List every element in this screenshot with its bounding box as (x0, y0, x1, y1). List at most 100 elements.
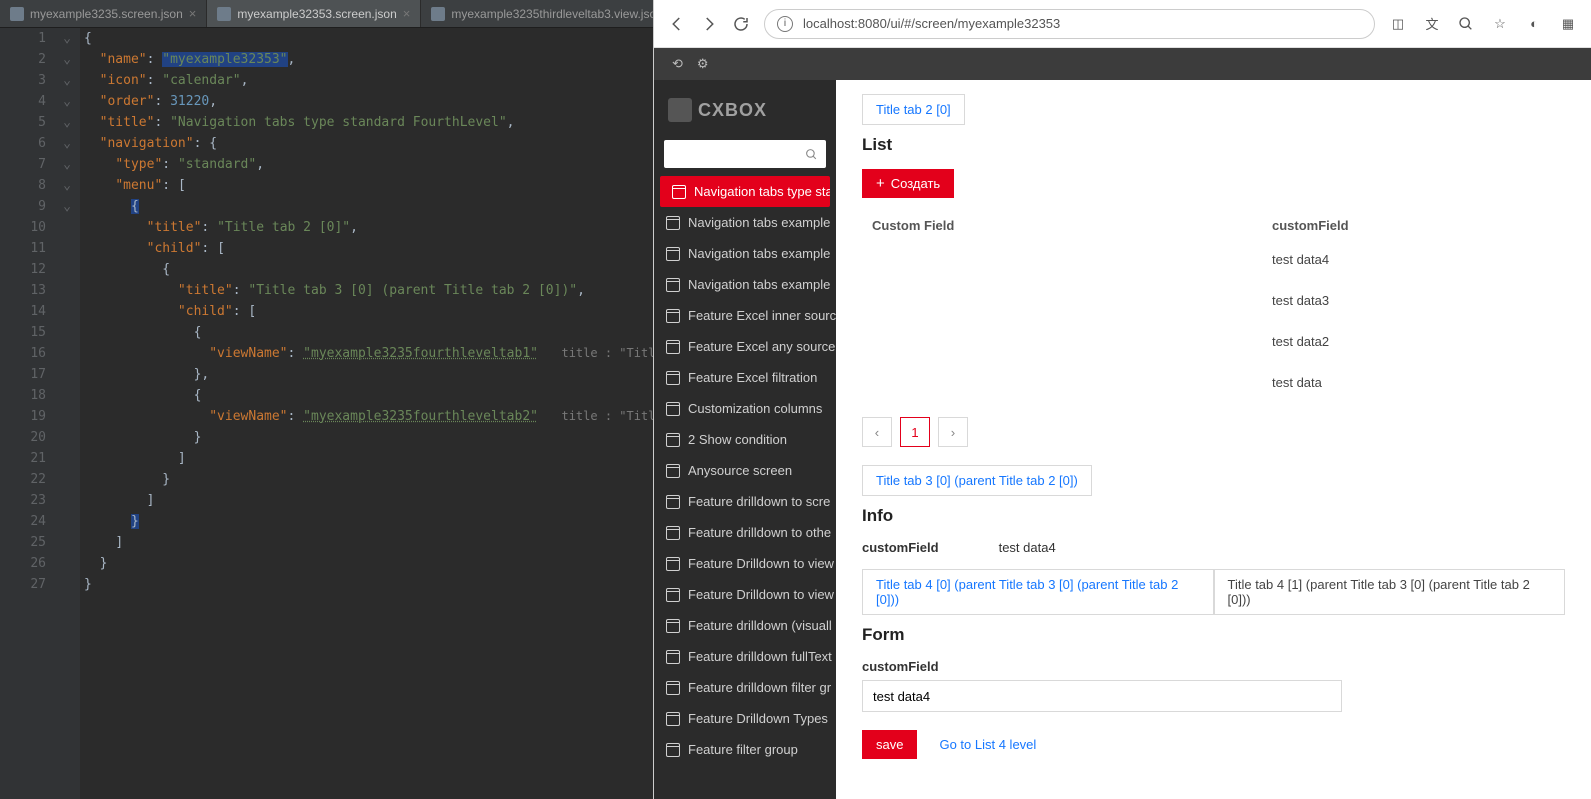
ide-tab-2[interactable]: myexample3235thirdleveltab3.view.json× (421, 0, 687, 27)
calendar-icon (666, 216, 680, 230)
page-prev[interactable]: ‹ (862, 417, 892, 447)
customfield-input[interactable] (862, 680, 1342, 712)
calendar-icon (666, 650, 680, 664)
back-icon[interactable] (668, 15, 686, 33)
tab-level4-0[interactable]: Title tab 4 [0] (parent Title tab 3 [0] … (862, 569, 1214, 615)
reload-icon[interactable] (732, 15, 750, 33)
tab-level3-0[interactable]: Title tab 3 [0] (parent Title tab 2 [0]) (862, 465, 1092, 496)
refresh-app-icon[interactable]: ⟲ (672, 56, 683, 72)
close-icon[interactable]: × (189, 6, 197, 21)
table-row[interactable]: test data2 (862, 321, 1565, 362)
section-form-heading: Form (862, 625, 1565, 645)
tab-level2-0[interactable]: Title tab 2 [0] (862, 94, 965, 125)
nav-item-4[interactable]: Feature Excel inner sourc (654, 300, 836, 331)
table-header: Custom Field customField (862, 212, 1565, 239)
profile-icon[interactable]: ◐ (1525, 15, 1543, 33)
app-topbar: ⟲ ⚙ (654, 48, 1591, 80)
calendar-icon (666, 278, 680, 292)
page-current[interactable]: 1 (900, 417, 930, 447)
brand-text: CXBOX (698, 100, 767, 121)
nav-item-2[interactable]: Navigation tabs example (654, 238, 836, 269)
calendar-icon (666, 371, 680, 385)
nav-item-3[interactable]: Navigation tabs example (654, 269, 836, 300)
calendar-icon (666, 309, 680, 323)
form-field-customfield: customField (862, 659, 1565, 712)
plus-icon: + (876, 177, 885, 190)
info-label: customField (862, 540, 939, 555)
nav-item-15[interactable]: Feature drilldown fullText (654, 641, 836, 672)
nav-item-12[interactable]: Feature Drilldown to view (654, 548, 836, 579)
site-info-icon[interactable]: i (777, 16, 793, 32)
calendar-icon (672, 185, 686, 199)
extensions-icon[interactable]: ▦ (1559, 15, 1577, 33)
calendar-icon (666, 588, 680, 602)
form-label: customField (862, 659, 1565, 674)
install-icon[interactable]: ◫ (1389, 15, 1407, 33)
star-icon[interactable]: ☆ (1491, 15, 1509, 33)
nav-item-8[interactable]: 2 Show condition (654, 424, 836, 455)
nav-item-14[interactable]: Feature drilldown (visuall (654, 610, 836, 641)
calendar-icon (666, 557, 680, 571)
calendar-icon (666, 433, 680, 447)
nav-menu: Navigation tabs type staNavigation tabs … (654, 176, 836, 799)
tabs-level2: Title tab 2 [0] (862, 94, 1565, 125)
section-info-heading: Info (862, 506, 1565, 526)
nav-item-9[interactable]: Anysource screen (654, 455, 836, 486)
nav-item-5[interactable]: Feature Excel any source (654, 331, 836, 362)
page-next[interactable]: › (938, 417, 968, 447)
settings-icon[interactable]: ⚙ (697, 56, 709, 72)
line-numbers: 1234567891011121314151617181920212223242… (16, 28, 54, 799)
nav-item-10[interactable]: Feature drilldown to scre (654, 486, 836, 517)
calendar-icon (666, 743, 680, 757)
create-button[interactable]: + Создать (862, 169, 954, 198)
browser-toolbar: i localhost:8080/ui/#/screen/myexample32… (654, 0, 1591, 48)
code-editor[interactable]: { "name": "myexample32353", "icon": "cal… (80, 28, 653, 799)
file-icon (10, 7, 24, 21)
ide-tabs: myexample3235.screen.json×myexample32353… (0, 0, 653, 28)
nav-item-11[interactable]: Feature drilldown to othe (654, 517, 836, 548)
calendar-icon (666, 619, 680, 633)
table-row[interactable]: test data3 (862, 280, 1565, 321)
table-row[interactable]: test data4 (862, 239, 1565, 280)
tabs-level4: Title tab 4 [0] (parent Title tab 3 [0] … (862, 569, 1565, 615)
table-row[interactable]: test data (862, 362, 1565, 403)
calendar-icon (666, 681, 680, 695)
nav-item-17[interactable]: Feature Drilldown Types (654, 703, 836, 734)
zoom-icon[interactable] (1457, 15, 1475, 33)
calendar-icon (666, 340, 680, 354)
info-value: test data4 (999, 540, 1056, 555)
calendar-icon (666, 526, 680, 540)
file-icon (217, 7, 231, 21)
tabs-level3: Title tab 3 [0] (parent Title tab 2 [0]) (862, 465, 1565, 496)
ide-tab-0[interactable]: myexample3235.screen.json× (0, 0, 207, 27)
tab-level4-1[interactable]: Title tab 4 [1] (parent Title tab 3 [0] … (1214, 569, 1566, 615)
nav-item-16[interactable]: Feature drilldown filter gr (654, 672, 836, 703)
editor-left-strip (0, 28, 16, 799)
browser-pane: i localhost:8080/ui/#/screen/myexample32… (653, 0, 1591, 799)
info-row: customField test data4 (862, 540, 1565, 555)
col-customfield: customField (1272, 218, 1555, 233)
nav-item-18[interactable]: Feature filter group (654, 734, 836, 765)
nav-item-0[interactable]: Navigation tabs type sta (660, 176, 830, 207)
nav-item-6[interactable]: Feature Excel filtration (654, 362, 836, 393)
file-icon (431, 7, 445, 21)
calendar-icon (666, 464, 680, 478)
app-sidebar: CXBOX Navigation tabs type staNavigation… (654, 80, 836, 799)
col-custom-field: Custom Field (872, 218, 1272, 233)
calendar-icon (666, 495, 680, 509)
nav-item-13[interactable]: Feature Drilldown to view (654, 579, 836, 610)
url-text: localhost:8080/ui/#/screen/myexample3235… (803, 16, 1060, 31)
save-button[interactable]: save (862, 730, 917, 759)
forward-icon[interactable] (700, 15, 718, 33)
nav-item-1[interactable]: Navigation tabs example (654, 207, 836, 238)
nav-item-7[interactable]: Customization columns (654, 393, 836, 424)
translate-icon[interactable]: 文 (1423, 15, 1441, 33)
go-to-list-link[interactable]: Go to List 4 level (939, 737, 1036, 752)
ide-tab-1[interactable]: myexample32353.screen.json× (207, 0, 421, 27)
brand-logo-icon (668, 98, 692, 122)
url-bar[interactable]: i localhost:8080/ui/#/screen/myexample32… (764, 9, 1375, 39)
section-list-heading: List (862, 135, 1565, 155)
calendar-icon (666, 402, 680, 416)
close-icon[interactable]: × (403, 6, 411, 21)
sidebar-search[interactable] (664, 140, 826, 168)
